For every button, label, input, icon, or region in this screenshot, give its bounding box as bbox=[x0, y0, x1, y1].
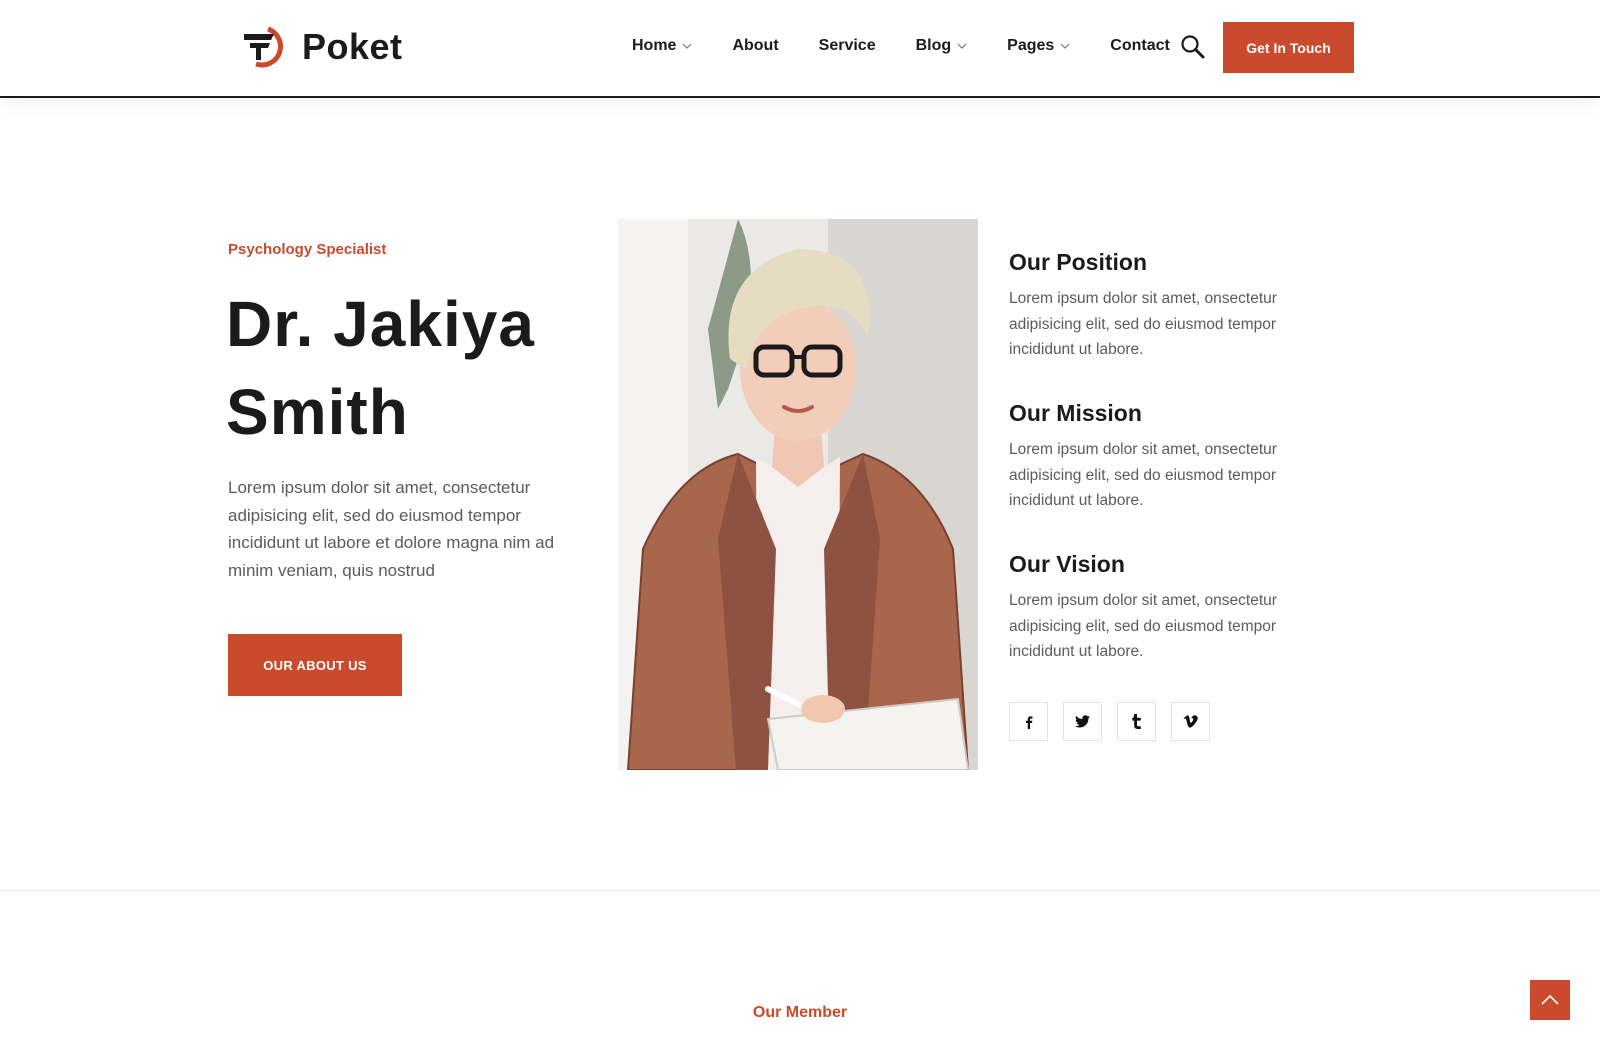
nav-item-service[interactable]: Service bbox=[819, 34, 876, 58]
social-links bbox=[1009, 702, 1210, 741]
info-title: Our Position bbox=[1009, 249, 1147, 275]
logo[interactable]: Poket bbox=[242, 26, 403, 68]
tumblr-icon[interactable] bbox=[1117, 702, 1156, 741]
search-icon[interactable] bbox=[1180, 34, 1206, 60]
main-nav: Home About Service Blog Pages Contact bbox=[632, 34, 1210, 58]
nav-label: Service bbox=[818, 37, 876, 54]
chevron-down-icon bbox=[1060, 43, 1070, 49]
tumblr-glyph bbox=[1131, 714, 1141, 729]
page-title: Dr. Jakiya Smith bbox=[226, 280, 606, 456]
nav-label: Contact bbox=[1110, 37, 1170, 54]
info-text: Lorem ipsum dolor sit amet, onsectetur a… bbox=[1009, 441, 1277, 509]
twitter-glyph bbox=[1075, 715, 1090, 728]
vimeo-glyph bbox=[1183, 715, 1198, 728]
logo-icon bbox=[244, 26, 283, 68]
scroll-to-top-button[interactable] bbox=[1530, 980, 1570, 1020]
twitter-icon[interactable] bbox=[1063, 702, 1102, 741]
facebook-glyph bbox=[1025, 715, 1032, 729]
title-line-1: Dr. Jakiya bbox=[226, 288, 535, 360]
facebook-icon[interactable] bbox=[1009, 702, 1048, 741]
members-section-eyebrow: Our Member bbox=[752, 1004, 848, 1021]
nav-label: Home bbox=[632, 37, 677, 54]
doctor-photo bbox=[618, 219, 978, 770]
our-about-us-button[interactable]: OUR ABOUT US bbox=[228, 634, 402, 696]
info-block-vision: Our Vision Lorem ipsum dolor sit amet, o… bbox=[1009, 550, 1319, 665]
nav-item-contact[interactable]: Contact bbox=[1110, 34, 1170, 58]
title-line-2: Smith bbox=[226, 376, 409, 448]
get-in-touch-button[interactable]: Get In Touch bbox=[1223, 22, 1354, 73]
hero-eyebrow: Psychology Specialist bbox=[228, 241, 387, 258]
nav-item-pages[interactable]: Pages bbox=[1007, 34, 1070, 58]
site-header: Poket Home About Service Blog Pages Cont… bbox=[0, 0, 1600, 98]
nav-label: Blog bbox=[915, 37, 952, 54]
logo-text: Poket bbox=[302, 26, 403, 67]
info-block-mission: Our Mission Lorem ipsum dolor sit amet, … bbox=[1009, 399, 1319, 514]
nav-label: Pages bbox=[1007, 37, 1055, 54]
doctor-portrait-illustration bbox=[618, 219, 978, 770]
section-divider bbox=[0, 890, 1600, 891]
chevron-up-icon bbox=[1541, 994, 1559, 1005]
info-title: Our Mission bbox=[1009, 400, 1142, 426]
nav-item-home[interactable]: Home bbox=[632, 34, 692, 58]
nav-item-blog[interactable]: Blog bbox=[916, 34, 968, 58]
chevron-down-icon bbox=[957, 43, 967, 49]
info-text: Lorem ipsum dolor sit amet, onsectetur a… bbox=[1009, 592, 1277, 660]
hero-description: Lorem ipsum dolor sit amet, consectetur … bbox=[228, 478, 555, 580]
info-text: Lorem ipsum dolor sit amet, onsectetur a… bbox=[1009, 290, 1277, 358]
nav-item-about[interactable]: About bbox=[732, 34, 778, 58]
info-title: Our Vision bbox=[1009, 551, 1125, 577]
nav-label: About bbox=[732, 37, 779, 54]
vimeo-icon[interactable] bbox=[1171, 702, 1210, 741]
info-block-position: Our Position Lorem ipsum dolor sit amet,… bbox=[1009, 248, 1319, 363]
chevron-down-icon bbox=[683, 43, 692, 49]
